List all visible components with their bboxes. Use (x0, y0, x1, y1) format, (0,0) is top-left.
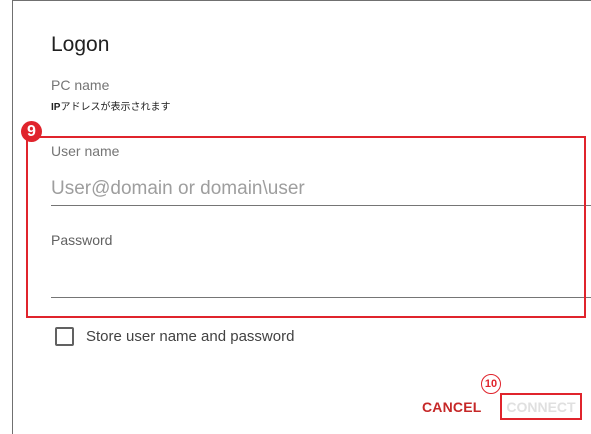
store-credentials-label: Store user name and password (86, 328, 295, 345)
pc-name-value: IPアドレスが表示されます (51, 98, 170, 113)
annotation-badge-10: 10 (481, 374, 501, 394)
credentials-highlight-box (26, 136, 586, 318)
dialog-title: Logon (51, 33, 110, 56)
pc-name-value-rest: アドレスが表示されます (60, 102, 171, 113)
annotation-badge-9: 9 (21, 121, 42, 142)
pc-name-label: PC name (51, 77, 110, 93)
store-credentials-option[interactable]: Store user name and password (55, 327, 294, 346)
cancel-button[interactable]: CANCEL (422, 399, 482, 415)
store-credentials-checkbox[interactable] (55, 327, 74, 346)
connect-button[interactable]: CONNECT (500, 393, 582, 420)
